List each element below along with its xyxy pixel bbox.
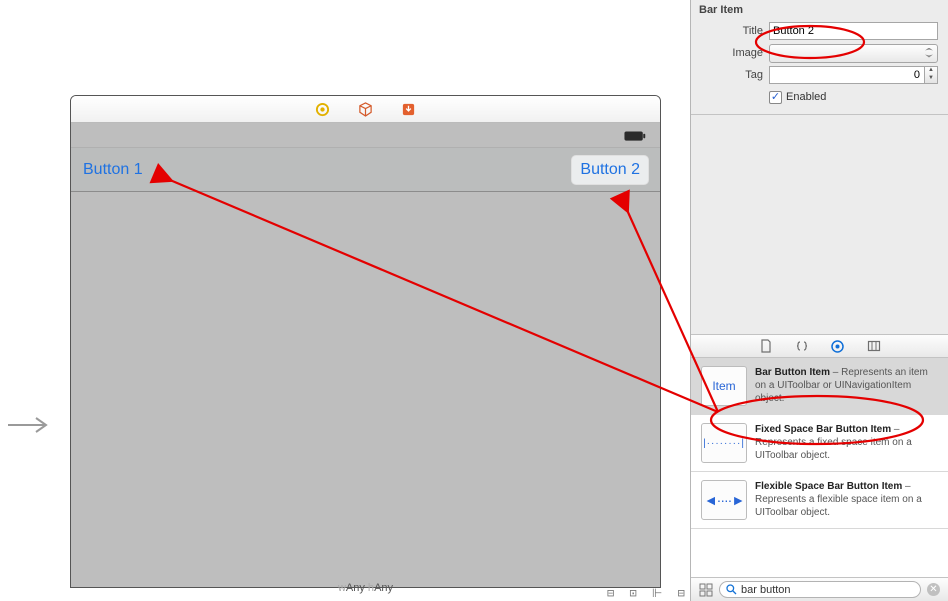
- library-tabs: [691, 334, 948, 358]
- object-library-tab-icon[interactable]: [830, 338, 846, 354]
- search-icon: [726, 584, 737, 595]
- tag-label: Tag: [691, 69, 769, 81]
- media-library-tab-icon[interactable]: [866, 338, 882, 354]
- stepper-buttons[interactable]: ▲▼: [925, 66, 938, 84]
- inspector-empty-area: [691, 115, 948, 334]
- identity-icon[interactable]: [315, 102, 330, 117]
- library-thumb-icon: Item: [701, 366, 747, 406]
- library-item-text: Flexible Space Bar Button Item – Represe…: [755, 480, 938, 520]
- code-snippet-tab-icon[interactable]: [794, 338, 810, 354]
- utilities-panel: Bar Item Title Image Tag ▲▼ ✓ Enabled: [690, 0, 948, 601]
- battery-icon: [624, 131, 646, 141]
- canvas-toolbar: [71, 96, 660, 123]
- attributes-inspector: Bar Item Title Image Tag ▲▼ ✓ Enabled: [691, 0, 948, 115]
- title-field[interactable]: [769, 22, 938, 40]
- library-thumb-icon: ◄····►: [701, 480, 747, 520]
- library-bottom-bar: bar button ✕: [691, 577, 948, 601]
- size-class-h-value: Any: [374, 582, 393, 594]
- bar-button-2[interactable]: Button 2: [572, 156, 648, 184]
- canvas-area: Button 1 Button 2 wAny hAny ⊟ ⊡ ⊩ ⊟: [0, 0, 690, 601]
- tag-stepper[interactable]: ▲▼: [769, 66, 938, 84]
- image-label: Image: [691, 47, 769, 59]
- library-item-text: Bar Button Item – Represents an item on …: [755, 366, 938, 406]
- size-class-h-label: h: [365, 582, 374, 594]
- size-class-w-value: Any: [346, 582, 365, 594]
- image-combo[interactable]: [769, 44, 938, 63]
- library-thumb-icon: |········|: [701, 423, 747, 463]
- library-item-text: Fixed Space Bar Button Item – Represents…: [755, 423, 938, 463]
- enabled-checkbox[interactable]: ✓: [769, 91, 782, 104]
- alignment-icons[interactable]: ⊟ ⊡ ⊩ ⊟: [607, 586, 689, 600]
- exit-icon[interactable]: [401, 102, 416, 117]
- file-template-tab-icon[interactable]: [758, 338, 774, 354]
- tag-field[interactable]: [769, 66, 925, 84]
- enabled-label: Enabled: [786, 91, 826, 103]
- library-item-fixed-space[interactable]: |········| Fixed Space Bar Button Item –…: [691, 415, 948, 472]
- library-search[interactable]: bar button: [719, 581, 921, 598]
- uitoolbar[interactable]: Button 1 Button 2: [71, 147, 660, 192]
- library-item-flexible-space[interactable]: ◄····► Flexible Space Bar Button Item – …: [691, 472, 948, 529]
- device-frame[interactable]: Button 1 Button 2: [70, 95, 661, 588]
- inspector-section-title: Bar Item: [691, 0, 948, 20]
- cube-icon[interactable]: [358, 102, 373, 117]
- size-class-w-label: w: [338, 582, 346, 594]
- grid-view-icon[interactable]: [699, 583, 713, 597]
- size-class-indicator[interactable]: wAny hAny: [70, 582, 661, 600]
- search-text: bar button: [741, 584, 791, 596]
- object-library[interactable]: Item Bar Button Item – Represents an ite…: [691, 358, 948, 577]
- title-label: Title: [691, 25, 769, 37]
- library-item-bar-button[interactable]: Item Bar Button Item – Represents an ite…: [691, 358, 948, 415]
- bar-button-1[interactable]: Button 1: [83, 161, 143, 179]
- clear-search-icon[interactable]: ✕: [927, 583, 940, 596]
- guide-arrow-icon: [6, 415, 48, 438]
- device-screen[interactable]: Button 1 Button 2: [71, 123, 660, 587]
